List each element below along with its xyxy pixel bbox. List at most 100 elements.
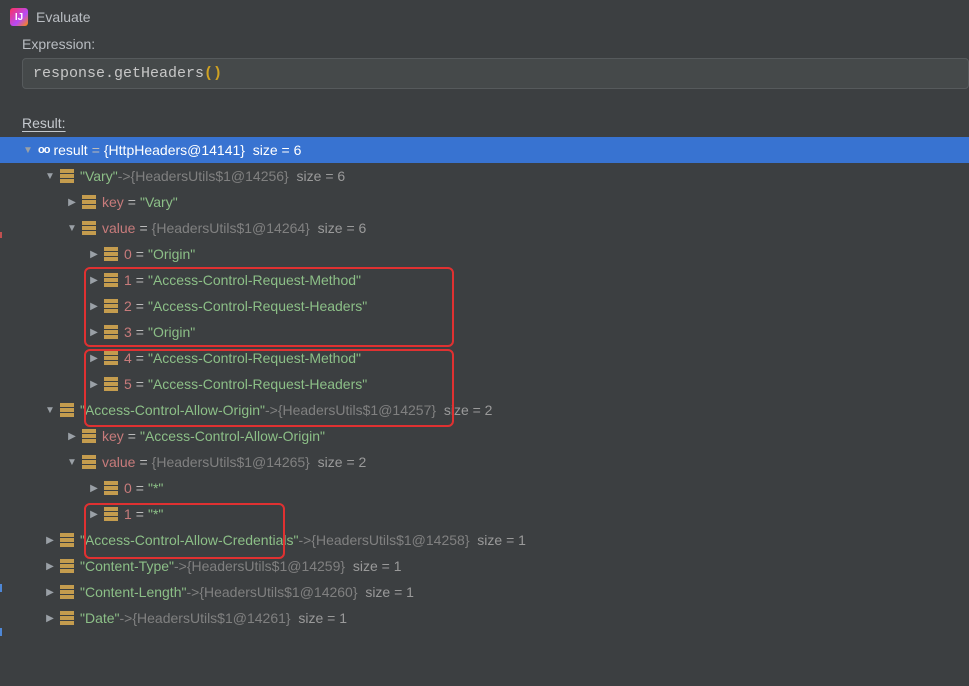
- expand-icon[interactable]: ▶: [44, 587, 56, 598]
- expression-parens: (): [204, 65, 222, 82]
- expand-icon[interactable]: ▼: [44, 171, 56, 182]
- arrow-sep: ->: [186, 584, 199, 600]
- expand-icon[interactable]: ▶: [88, 327, 100, 338]
- expression-input[interactable]: response.getHeaders(): [22, 58, 969, 89]
- val: "Access-Control-Request-Method": [148, 350, 361, 366]
- field-icon: [104, 325, 118, 339]
- val: "Access-Control-Request-Headers": [148, 298, 367, 314]
- expand-icon[interactable]: ▶: [66, 431, 78, 442]
- field-icon: [104, 247, 118, 261]
- tree-node-entry[interactable]: ▼ "Access-Control-Allow-Origin" -> {Head…: [22, 397, 969, 423]
- value-label: value: [102, 454, 135, 470]
- idx: 3: [124, 324, 132, 340]
- idx: 0: [124, 246, 132, 262]
- expand-icon[interactable]: ▶: [88, 379, 100, 390]
- tree-node-array-item[interactable]: ▶ 3 = "Origin": [22, 319, 969, 345]
- expand-icon[interactable]: ▶: [88, 275, 100, 286]
- tree-node-entry[interactable]: ▶ "Access-Control-Allow-Credentials" -> …: [22, 527, 969, 553]
- tree-node-entry[interactable]: ▶ "Content-Type" -> {HeadersUtils$1@1425…: [22, 553, 969, 579]
- idx: 5: [124, 376, 132, 392]
- tree-node-array-item[interactable]: ▶ 1 = "*": [22, 501, 969, 527]
- field-icon: [82, 221, 96, 235]
- expression-label: Expression:: [0, 32, 969, 58]
- entry-key: "Access-Control-Allow-Origin": [80, 402, 265, 418]
- object-icon: oo: [38, 144, 49, 156]
- idx: 0: [124, 480, 132, 496]
- size-label: size = 2: [444, 402, 493, 418]
- expand-icon[interactable]: ▼: [66, 457, 78, 468]
- expression-text: response.getHeaders: [33, 65, 204, 82]
- obj-ref: {HeadersUtils$1@14259}: [187, 558, 345, 574]
- expand-icon[interactable]: ▶: [44, 561, 56, 572]
- field-icon: [60, 585, 74, 599]
- field-icon: [82, 195, 96, 209]
- field-icon: [82, 455, 96, 469]
- size-label: size = 6: [253, 142, 302, 158]
- tree-node-value[interactable]: ▼ value = {HeadersUtils$1@14265} size = …: [22, 449, 969, 475]
- expand-icon[interactable]: ▶: [88, 509, 100, 520]
- field-icon: [104, 481, 118, 495]
- field-icon: [82, 429, 96, 443]
- obj-ref: {HttpHeaders@14141}: [104, 142, 245, 158]
- tree-node-entry[interactable]: ▼ "Vary" -> {HeadersUtils$1@14256} size …: [22, 163, 969, 189]
- idx: 1: [124, 272, 132, 288]
- entry-key: "Access-Control-Allow-Credentials": [80, 532, 298, 548]
- obj-ref: {HeadersUtils$1@14265}: [152, 454, 310, 470]
- arrow-sep: ->: [174, 558, 187, 574]
- val: "Access-Control-Request-Method": [148, 272, 361, 288]
- field-icon: [104, 273, 118, 287]
- val: "Origin": [148, 246, 195, 262]
- obj-ref: {HeadersUtils$1@14260}: [199, 584, 357, 600]
- key-label: key: [102, 194, 124, 210]
- field-icon: [60, 533, 74, 547]
- expand-icon[interactable]: ▶: [88, 353, 100, 364]
- value-label: value: [102, 220, 135, 236]
- size-label: size = 6: [318, 220, 367, 236]
- idx: 1: [124, 506, 132, 522]
- tree-node-entry[interactable]: ▶ "Content-Length" -> {HeadersUtils$1@14…: [22, 579, 969, 605]
- expand-icon[interactable]: ▶: [88, 249, 100, 260]
- expand-icon[interactable]: ▶: [44, 613, 56, 624]
- tree-node-array-item[interactable]: ▶ 5 = "Access-Control-Request-Headers": [22, 371, 969, 397]
- tree-node-array-item[interactable]: ▶ 0 = "Origin": [22, 241, 969, 267]
- size-label: size = 6: [297, 168, 346, 184]
- expand-icon[interactable]: ▼: [22, 145, 34, 156]
- result-tree[interactable]: ▼ oo result = {HttpHeaders@14141} size =…: [0, 135, 969, 631]
- expand-icon[interactable]: ▶: [88, 301, 100, 312]
- var-name: result: [53, 142, 87, 158]
- obj-ref: {HeadersUtils$1@14258}: [311, 532, 469, 548]
- expand-icon[interactable]: ▼: [44, 405, 56, 416]
- size-label: size = 1: [353, 558, 402, 574]
- field-icon: [60, 169, 74, 183]
- key-value: "Vary": [140, 194, 178, 210]
- tree-node-key[interactable]: ▶ key = "Vary": [22, 189, 969, 215]
- key-label: key: [102, 428, 124, 444]
- expand-icon[interactable]: ▶: [44, 535, 56, 546]
- expand-icon[interactable]: ▼: [66, 223, 78, 234]
- size-label: size = 2: [318, 454, 367, 470]
- tree-node-array-item[interactable]: ▶ 4 = "Access-Control-Request-Method": [22, 345, 969, 371]
- tree-node-array-item[interactable]: ▶ 0 = "*": [22, 475, 969, 501]
- idx: 2: [124, 298, 132, 314]
- window-title: Evaluate: [36, 9, 90, 25]
- key-value: "Access-Control-Allow-Origin": [140, 428, 325, 444]
- field-icon: [60, 611, 74, 625]
- tree-node-array-item[interactable]: ▶ 2 = "Access-Control-Request-Headers": [22, 293, 969, 319]
- val: "*": [148, 480, 163, 496]
- obj-ref: {HeadersUtils$1@14264}: [152, 220, 310, 236]
- val: "*": [148, 506, 163, 522]
- tree-node-value[interactable]: ▼ value = {HeadersUtils$1@14264} size = …: [22, 215, 969, 241]
- field-icon: [60, 559, 74, 573]
- obj-ref: {HeadersUtils$1@14256}: [131, 168, 289, 184]
- field-icon: [60, 403, 74, 417]
- field-icon: [104, 377, 118, 391]
- arrow-sep: ->: [298, 532, 311, 548]
- entry-key: "Content-Length": [80, 584, 186, 600]
- tree-node-entry[interactable]: ▶ "Date" -> {HeadersUtils$1@14261} size …: [22, 605, 969, 631]
- entry-key: "Content-Type": [80, 558, 174, 574]
- tree-node-root[interactable]: ▼ oo result = {HttpHeaders@14141} size =…: [0, 137, 969, 163]
- tree-node-key[interactable]: ▶ key = "Access-Control-Allow-Origin": [22, 423, 969, 449]
- expand-icon[interactable]: ▶: [88, 483, 100, 494]
- expand-icon[interactable]: ▶: [66, 197, 78, 208]
- tree-node-array-item[interactable]: ▶ 1 = "Access-Control-Request-Method": [22, 267, 969, 293]
